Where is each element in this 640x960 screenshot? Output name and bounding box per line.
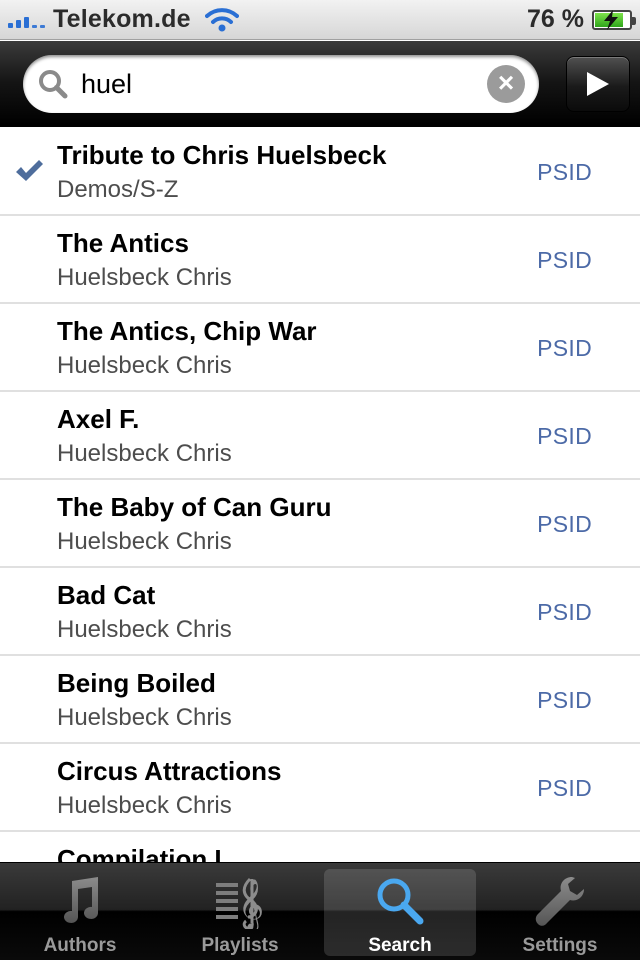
item-type: PSID (537, 423, 592, 449)
tab-label: Playlists (201, 935, 279, 956)
search-input[interactable] (81, 64, 487, 104)
item-title: The Baby of Can Guru (57, 492, 332, 522)
tab-label: Authors (43, 935, 117, 956)
item-subtitle: Huelsbeck Chris (57, 352, 232, 379)
item-type: PSID (537, 511, 592, 537)
tab-playlists[interactable]: 𝄞 Playlists (160, 863, 320, 960)
signal-strength-icon (8, 12, 45, 28)
battery-percent: 76 % (527, 5, 584, 33)
item-subtitle: Huelsbeck Chris (57, 528, 232, 555)
tab-authors[interactable]: Authors (0, 863, 160, 960)
item-subtitle: Demos/S-Z (57, 176, 179, 203)
play-icon (587, 72, 609, 96)
list-item[interactable]: Bad Cat Huelsbeck Chris PSID (0, 568, 640, 656)
item-title: Bad Cat (57, 580, 156, 610)
item-title: Compilation I (57, 844, 222, 862)
item-title: The Antics, Chip War (57, 316, 317, 346)
item-subtitle: Huelsbeck Chris (57, 440, 232, 467)
item-title: Axel F. (57, 404, 140, 434)
item-subtitle: Huelsbeck Chris (57, 616, 232, 643)
tab-bar: Authors 𝄞 Playlists Search Settings (0, 862, 640, 960)
tab-search[interactable]: Search (320, 863, 480, 960)
item-subtitle: Huelsbeck Chris (57, 264, 232, 291)
item-type: PSID (537, 599, 592, 625)
battery-icon (592, 9, 636, 30)
tab-settings[interactable]: Settings (480, 863, 640, 960)
magnifier-icon (39, 70, 68, 99)
item-type: PSID (537, 335, 592, 361)
item-title: The Antics (57, 228, 189, 258)
clear-search-button[interactable]: × (487, 65, 525, 103)
list-item[interactable]: Tribute to Chris Huelsbeck Demos/S-Z PSID (0, 128, 640, 216)
wrench-icon (535, 877, 584, 926)
search-field[interactable]: × (23, 55, 539, 113)
item-type: PSID (537, 775, 592, 801)
carrier-name: Telekom.de (53, 5, 191, 33)
list-item[interactable]: The Antics, Chip War Huelsbeck Chris PSID (0, 304, 640, 392)
list-item[interactable]: Axel F. Huelsbeck Chris PSID (0, 392, 640, 480)
item-title: Being Boiled (57, 668, 216, 698)
results-list[interactable]: Tribute to Chris Huelsbeck Demos/S-Z PSID T… (0, 128, 640, 862)
clear-icon: × (497, 67, 515, 98)
playlist-icon: 𝄞 (216, 877, 264, 929)
item-title: Tribute to Chris Huelsbeck (57, 140, 387, 170)
item-subtitle: Huelsbeck Chris (57, 792, 232, 819)
checkmark-icon (16, 160, 43, 181)
tab-label: Search (368, 935, 432, 956)
item-subtitle: Huelsbeck Chris (57, 704, 232, 731)
charging-bolt-icon (604, 9, 618, 30)
list-item[interactable]: Compilation I (0, 832, 640, 862)
wifi-icon (204, 7, 239, 31)
list-item[interactable]: The Baby of Can Guru Huelsbeck Chris PSID (0, 480, 640, 568)
item-title: Circus Attractions (57, 756, 282, 786)
play-button[interactable] (566, 56, 630, 112)
status-bar: Telekom.de 76 % (0, 0, 640, 40)
search-icon (377, 878, 424, 925)
item-type: PSID (537, 687, 592, 713)
item-type: PSID (537, 159, 592, 185)
list-item[interactable]: Circus Attractions Huelsbeck Chris PSID (0, 744, 640, 832)
list-item[interactable]: Being Boiled Huelsbeck Chris PSID (0, 656, 640, 744)
list-item[interactable]: The Antics Huelsbeck Chris PSID (0, 216, 640, 304)
music-note-icon (64, 877, 98, 923)
item-type: PSID (537, 247, 592, 273)
search-bar: × (0, 41, 640, 127)
tab-label: Settings (522, 935, 598, 956)
